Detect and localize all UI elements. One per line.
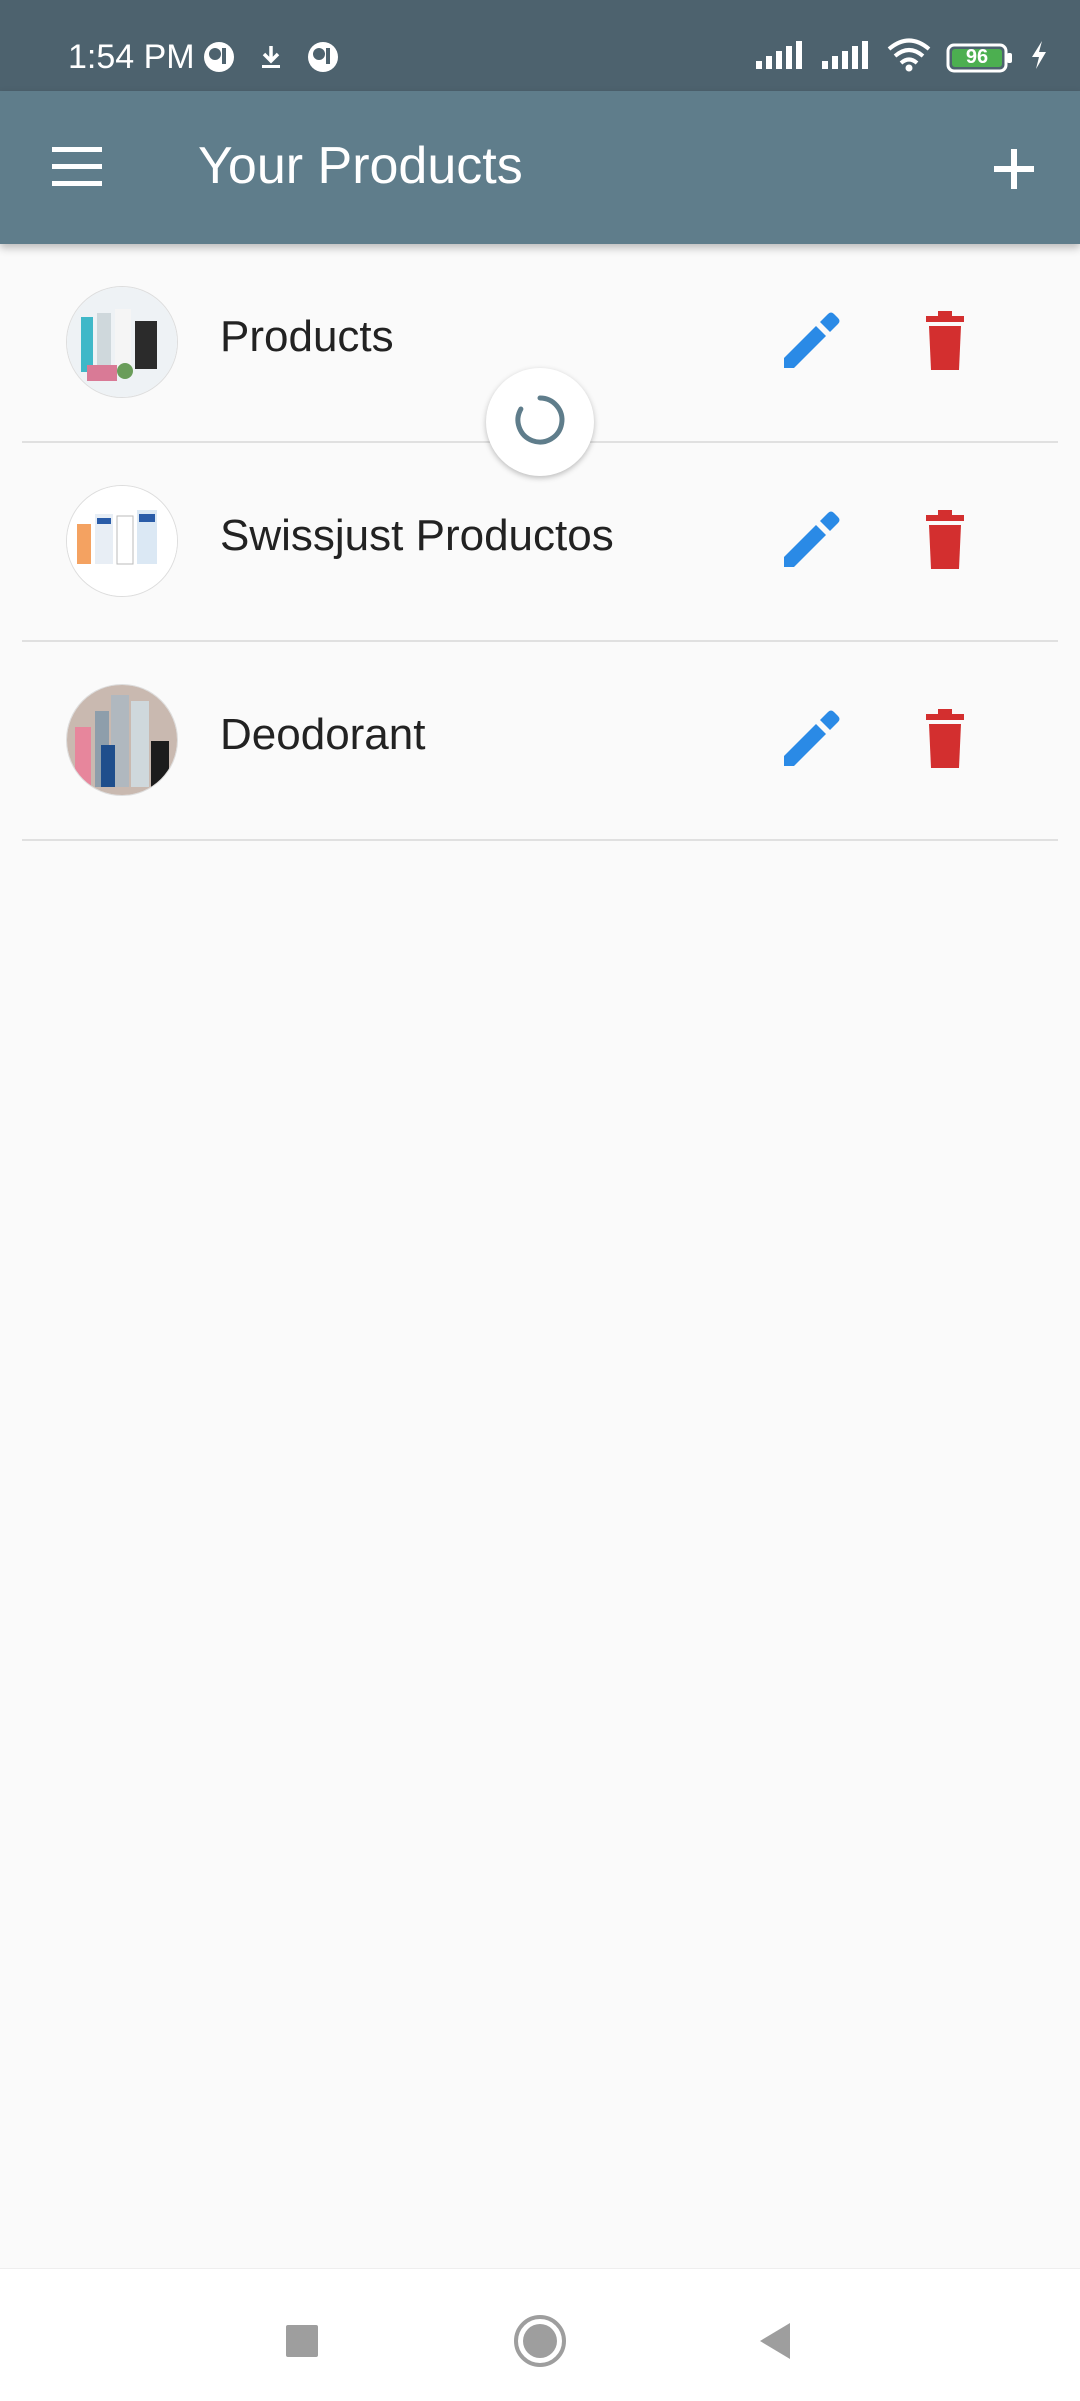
pencil-icon xyxy=(774,511,844,579)
notification-icon xyxy=(202,40,236,79)
add-product-button[interactable] xyxy=(976,131,1052,207)
system-nav-bar xyxy=(0,2268,1080,2401)
recents-button[interactable] xyxy=(272,2311,332,2371)
trash-icon xyxy=(910,311,980,380)
product-thumbnail xyxy=(66,286,178,398)
delete-button[interactable] xyxy=(910,704,980,774)
home-icon xyxy=(510,2315,570,2375)
add-icon xyxy=(976,149,1052,211)
menu-icon xyxy=(40,147,116,203)
refresh-spinner xyxy=(486,368,594,476)
page-title: Your Products xyxy=(198,137,523,195)
edit-button[interactable] xyxy=(774,306,844,376)
app-bar: Your Products xyxy=(0,91,1080,244)
status-time: 1:54 PM xyxy=(68,38,195,76)
trash-icon xyxy=(910,709,980,778)
recents-icon xyxy=(272,2325,332,2375)
product-thumbnail xyxy=(66,485,178,597)
charging-icon xyxy=(1028,39,1050,76)
wifi-icon xyxy=(886,38,932,77)
status-bar: 1:54 PM 96 xyxy=(0,0,1080,91)
download-icon xyxy=(254,40,288,79)
trash-icon xyxy=(910,510,980,579)
menu-button[interactable] xyxy=(40,135,116,199)
product-label: Swissjust Productos xyxy=(220,511,614,560)
edit-button[interactable] xyxy=(774,505,844,575)
back-button[interactable] xyxy=(746,2311,806,2371)
pencil-icon xyxy=(774,710,844,778)
refresh-icon xyxy=(512,392,568,453)
delete-button[interactable] xyxy=(910,505,980,575)
product-thumbnail xyxy=(66,684,178,796)
list-item[interactable]: Deodorant xyxy=(22,642,1058,841)
signal-icon xyxy=(754,39,806,76)
pencil-icon xyxy=(774,312,844,380)
notification-icon xyxy=(306,40,340,79)
battery-level: 96 xyxy=(965,45,989,68)
product-label: Deodorant xyxy=(220,710,426,759)
delete-button[interactable] xyxy=(910,306,980,376)
product-label: Products xyxy=(220,312,394,361)
battery-icon: 96 xyxy=(946,42,1014,74)
product-list: Products Swissjust Productos Deodorant xyxy=(0,244,1080,841)
back-icon xyxy=(746,2323,806,2375)
status-left-icons xyxy=(202,40,340,79)
signal-icon xyxy=(820,39,872,76)
edit-button[interactable] xyxy=(774,704,844,774)
home-button[interactable] xyxy=(510,2311,570,2371)
status-right-icons: 96 xyxy=(754,38,1050,77)
